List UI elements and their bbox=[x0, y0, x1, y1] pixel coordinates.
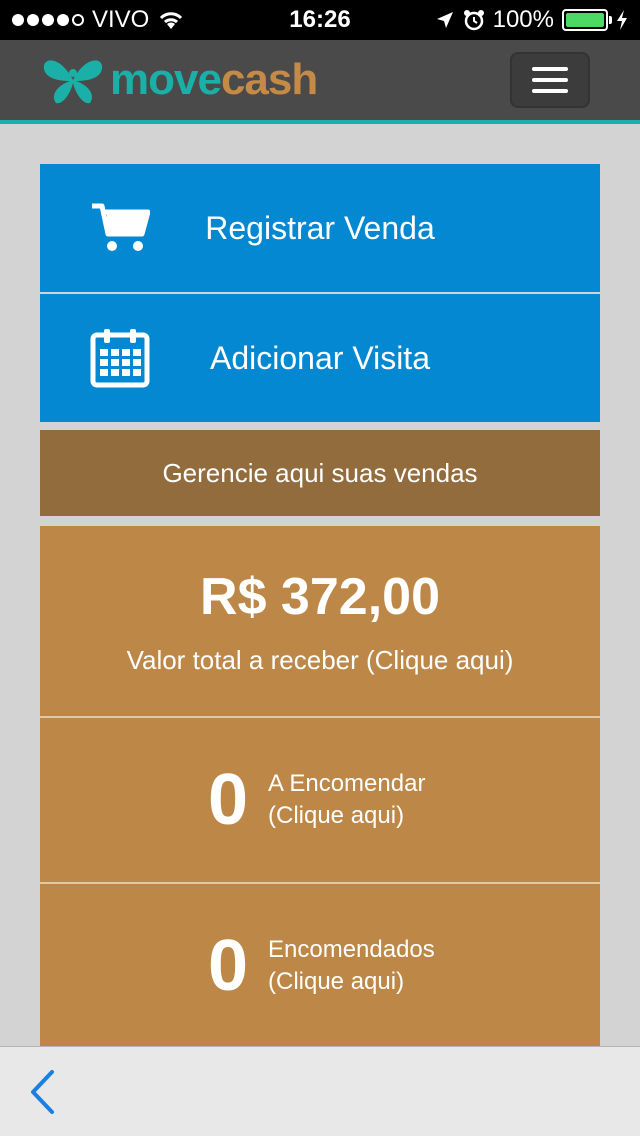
to-order-text: A Encomendar (Clique aqui) bbox=[268, 768, 425, 832]
ordered-title: Encomendados bbox=[268, 936, 435, 963]
ordered-hint: (Clique aqui) bbox=[268, 968, 405, 995]
wifi-icon bbox=[160, 12, 183, 29]
logo-text-cash: cash bbox=[220, 55, 318, 104]
total-amount: R$ 372,00 bbox=[200, 567, 440, 626]
hamburger-icon bbox=[532, 67, 568, 71]
shopping-cart-icon bbox=[92, 203, 150, 251]
status-right: 100% bbox=[435, 6, 628, 34]
calendar-icon bbox=[90, 329, 150, 388]
back-chevron-icon[interactable] bbox=[28, 1069, 58, 1115]
battery-percent: 100% bbox=[492, 6, 554, 33]
to-order-card[interactable]: 0 A Encomendar (Clique aqui) bbox=[40, 718, 600, 884]
to-order-title: A Encomendar bbox=[268, 770, 426, 797]
hamburger-icon-bar bbox=[532, 89, 568, 93]
carrier-label: VIVO bbox=[92, 6, 150, 33]
logo-text: movecash bbox=[110, 55, 318, 105]
ordered-text: Encomendados (Clique aqui) bbox=[268, 934, 435, 998]
logo[interactable]: movecash bbox=[40, 55, 318, 105]
main-content: Registrar Venda Adicionar Visita Gerenci… bbox=[40, 164, 600, 1050]
charging-icon bbox=[617, 10, 627, 30]
register-sale-button[interactable]: Registrar Venda bbox=[40, 164, 600, 292]
menu-button[interactable] bbox=[510, 52, 590, 108]
status-time: 16:26 bbox=[289, 6, 351, 33]
browser-toolbar bbox=[0, 1046, 640, 1136]
location-arrow-icon bbox=[436, 12, 453, 28]
total-receivable-card[interactable]: R$ 372,00 Valor total a receber (Clique … bbox=[40, 526, 600, 718]
add-visit-button[interactable]: Adicionar Visita bbox=[40, 294, 600, 422]
to-order-count: 0 bbox=[207, 760, 248, 840]
alarm-clock-icon bbox=[463, 10, 484, 31]
logo-text-move: move bbox=[110, 55, 222, 104]
hamburger-icon-bar bbox=[532, 78, 568, 82]
app-header: movecash bbox=[0, 40, 640, 124]
status-left: VIVO bbox=[12, 6, 185, 34]
to-order-hint: (Clique aqui) bbox=[268, 802, 405, 829]
status-bar: VIVO 16:26 100% bbox=[0, 0, 640, 40]
butterfly-logo-icon bbox=[43, 60, 103, 104]
ordered-count: 0 bbox=[207, 926, 248, 1006]
total-caption: Valor total a receber (Clique aqui) bbox=[126, 644, 514, 675]
manage-sales-banner[interactable]: Gerencie aqui suas vendas bbox=[40, 430, 600, 516]
battery-icon bbox=[562, 9, 612, 31]
signal-strength-icon bbox=[12, 14, 84, 26]
ordered-card[interactable]: 0 Encomendados (Clique aqui) bbox=[40, 884, 600, 1050]
